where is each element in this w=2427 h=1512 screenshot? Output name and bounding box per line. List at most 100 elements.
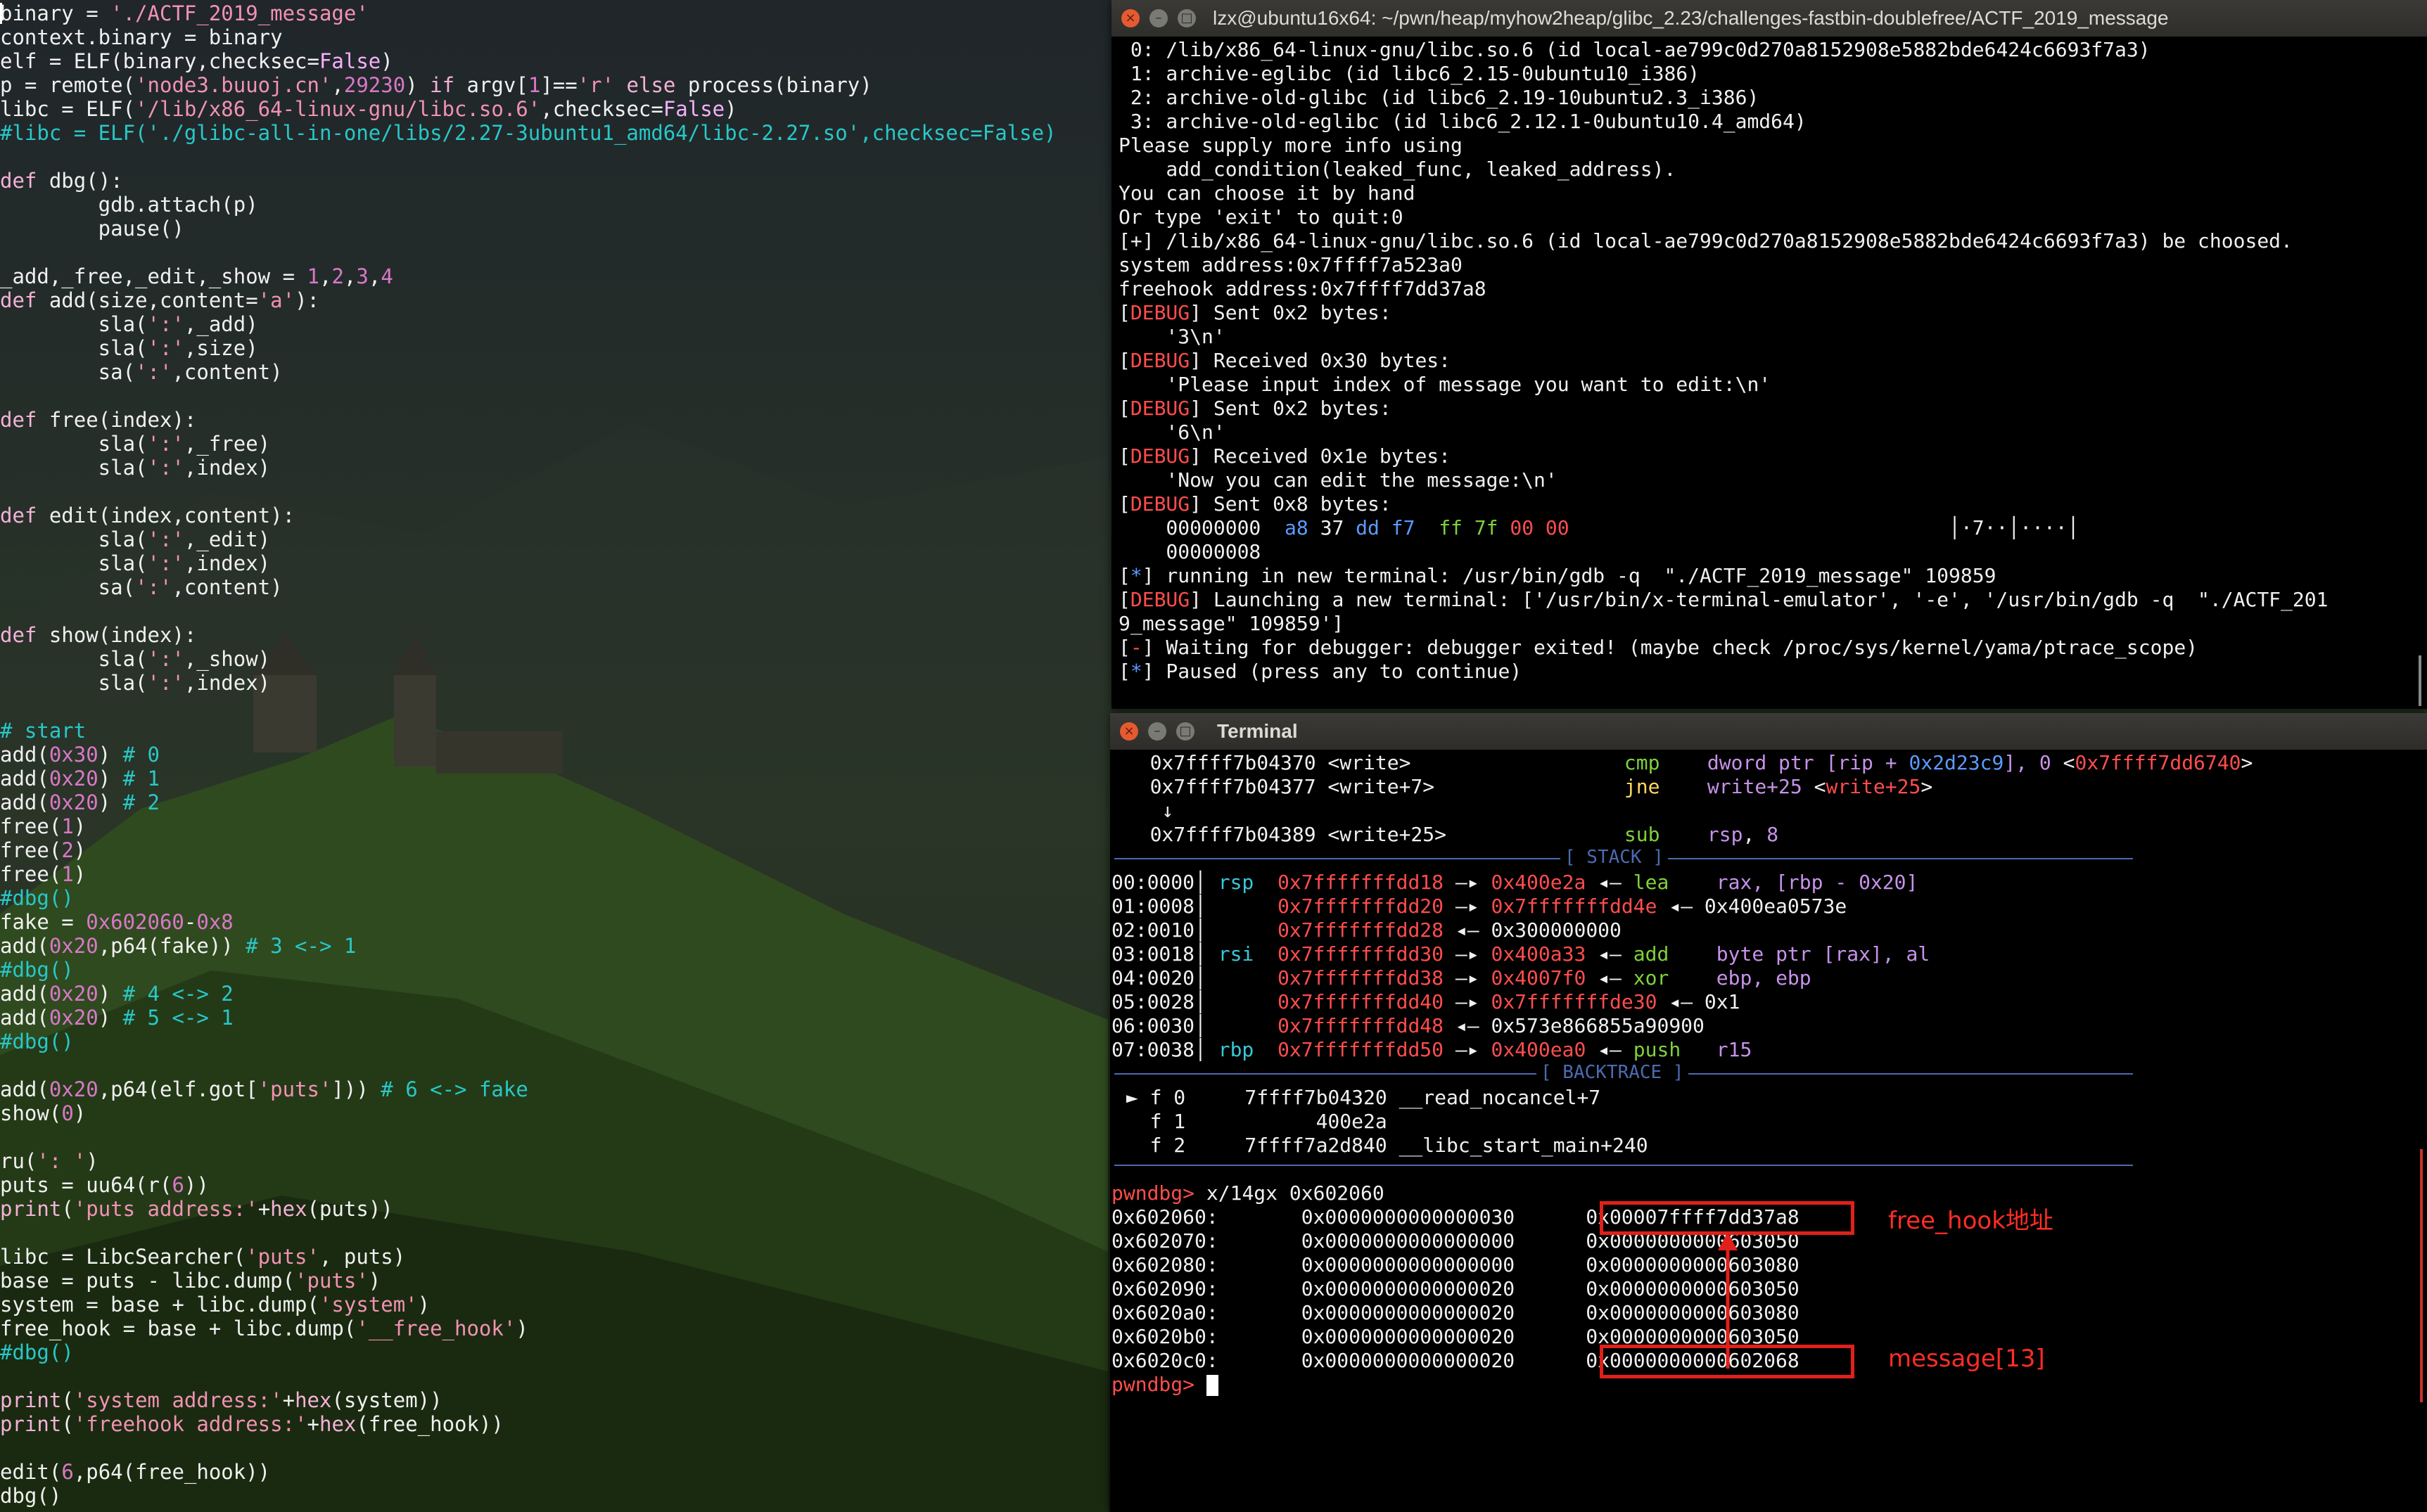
- close-icon[interactable]: ×: [1121, 9, 1140, 27]
- stack-line-segment: 0x7fffffffdd40: [1278, 990, 1444, 1013]
- code-line-segment: ): [98, 790, 123, 814]
- terminal-line: 9_message" 109859']: [1119, 612, 1344, 636]
- code-line-segment: sla(: [0, 551, 148, 575]
- terminal-line: [DEBUG] Launching a new terminal: ['/usr…: [1119, 588, 2328, 612]
- code-line-segment: 'r': [577, 73, 615, 97]
- code-line: print('puts address:'+hex(puts)): [0, 1197, 393, 1221]
- terminal-line: freehook address:0x7ffff7dd37a8: [1119, 277, 1486, 301]
- disasm-line-segment: 0x7ffff7dd6740: [2075, 751, 2241, 774]
- stack-line-segment: ]: [1906, 871, 1918, 894]
- code-line-segment: dbg(): [0, 1484, 62, 1508]
- code-line: sla(':',_add): [0, 312, 258, 336]
- stack-line-segment: 0x7fffffffdd30: [1278, 942, 1444, 966]
- code-line: _add,_free,_edit,_show = 1,2,3,4: [0, 264, 393, 288]
- terminal-window-gdb[interactable]: × – □ Terminal 0x7ffff7b04370 <write> cm…: [1110, 713, 2427, 1512]
- code-line-segment: ,_show): [184, 647, 271, 671]
- code-line-segment: 'node3.buuoj.cn': [135, 73, 332, 97]
- code-line-segment: #dbg(): [0, 886, 74, 910]
- titlebar-top[interactable]: × – □ lzx@ubuntu16x64: ~/pwn/heap/myhow2…: [1111, 0, 2427, 37]
- code-line: free(1): [0, 814, 86, 838]
- code-line-segment: ,p64(fake)): [98, 934, 246, 958]
- code-line-segment: +: [307, 1412, 319, 1436]
- code-line-segment: ): [73, 862, 87, 886]
- terminal-line-segment: [: [1119, 636, 1130, 659]
- code-line: add(0x20) # 2: [0, 790, 160, 814]
- backtrace-line: f 2 7ffff7a2d840 __libc_start_main+240: [1114, 1134, 1648, 1158]
- terminal-line: 0: /lib/x86_64-linux-gnu/libc.so.6 (id l…: [1119, 38, 2151, 62]
- code-line-segment: 6: [61, 1460, 74, 1484]
- disasm-line-segment: <: [2051, 751, 2075, 774]
- memory-row: 0x6020a0: 0x0000000000000020 0x000000000…: [1111, 1301, 1799, 1325]
- terminal-line: Or type 'exit' to quit:0: [1119, 205, 1403, 229]
- code-line-segment: # 5 <-> 1: [122, 1006, 234, 1030]
- code-line-segment: puts = uu64(r(: [0, 1173, 172, 1197]
- code-line-segment: ,content): [172, 575, 283, 599]
- code-line-segment: sa(: [0, 360, 136, 384]
- scrollbar[interactable]: [2419, 655, 2421, 706]
- code-line-segment: sla(: [0, 647, 148, 671]
- code-line-segment: 2: [331, 264, 344, 288]
- terminal-line: [DEBUG] Received 0x1e bytes:: [1119, 444, 1451, 468]
- terminal-line-segment: 37: [1308, 516, 1356, 539]
- maximize-icon[interactable]: □: [1176, 722, 1195, 741]
- code-line: context.binary = binary: [0, 25, 283, 49]
- code-line-segment: ,_free): [184, 432, 271, 456]
- code-line: sa(':',content): [0, 575, 283, 599]
- terminal-line-segment: ] Received 0x30 bytes:: [1190, 349, 1451, 372]
- terminal-line: 3: archive-old-eglibc (id libc6_2.12.1-0…: [1119, 110, 1807, 134]
- code-line-segment: ':': [147, 312, 184, 336]
- terminal-line-segment: 0: /lib/x86_64-linux-gnu/libc.so.6 (id l…: [1119, 38, 2151, 61]
- code-line-segment: #dbg(): [0, 958, 74, 982]
- stack-line-segment: 03:0018│: [1111, 942, 1218, 966]
- code-line-segment: 'puts': [295, 1269, 369, 1293]
- code-line-segment: ,: [331, 73, 344, 97]
- terminal-output[interactable]: 0: /lib/x86_64-linux-gnu/libc.so.6 (id l…: [1111, 37, 2427, 709]
- code-editor[interactable]: binary = './ACTF_2019_message' context.bi…: [0, 0, 1108, 1512]
- stack-header: [ STACK ]: [1560, 847, 1668, 868]
- gdb-output[interactable]: 0x7ffff7b04370 <write> cmp dword ptr [ri…: [1110, 750, 2427, 1512]
- code-line-segment: ): [405, 73, 431, 97]
- code-line-segment: # 2: [122, 790, 160, 814]
- code-line-segment: False: [663, 97, 725, 121]
- terminal-line-segment: ] Sent 0x2 bytes:: [1190, 397, 1391, 420]
- disasm-line-segment: [1660, 775, 1707, 798]
- terminal-line-segment: 00000000: [1119, 516, 1285, 539]
- terminal-window-top[interactable]: × – □ lzx@ubuntu16x64: ~/pwn/heap/myhow2…: [1111, 0, 2427, 709]
- code-line: pause(): [0, 217, 184, 241]
- code-line-segment: free(: [0, 862, 62, 886]
- code-line-segment: sla(: [0, 456, 148, 480]
- disasm-line-segment: >: [2241, 751, 2253, 774]
- code-line-segment: 'system': [319, 1293, 418, 1316]
- terminal-line-segment: [: [1119, 564, 1130, 587]
- stack-line-segment: xor: [1633, 966, 1669, 989]
- code-line-segment: ,checksec=: [540, 97, 663, 121]
- code-line: libc = ELF('/lib/x86_64-linux-gnu/libc.s…: [0, 97, 737, 121]
- code-line-segment: ): [86, 1149, 98, 1173]
- disasm-line-segment: ↓: [1114, 799, 1174, 822]
- stack-line: 00:0000│ rsp 0x7fffffffdd18 —▸ 0x400e2a …: [1111, 871, 1918, 895]
- code-line: gdb.attach(p): [0, 193, 258, 217]
- disasm-line-segment: [1660, 823, 1707, 846]
- terminal-line-segment: 9_message" 109859']: [1119, 612, 1344, 635]
- code-line-segment: ':': [147, 647, 184, 671]
- terminal-line: [DEBUG] Received 0x30 bytes:: [1119, 349, 1451, 373]
- gdb-prompt[interactable]: pwndbg>: [1111, 1373, 1218, 1397]
- window-title: lzx@ubuntu16x64: ~/pwn/heap/myhow2heap/g…: [1213, 7, 2169, 29]
- terminal-line-segment: [1415, 516, 1439, 539]
- code-line: puts = uu64(r(6)): [0, 1173, 209, 1197]
- code-line-segment: False: [319, 49, 381, 73]
- code-line-segment: ): [98, 767, 123, 790]
- maximize-icon[interactable]: □: [1178, 9, 1196, 27]
- close-icon[interactable]: ×: [1120, 722, 1138, 741]
- minimize-icon[interactable]: –: [1149, 9, 1168, 27]
- minimize-icon[interactable]: –: [1148, 722, 1166, 741]
- terminal-line-segment: [: [1119, 492, 1130, 515]
- scrollbar[interactable]: [2420, 1149, 2423, 1402]
- titlebar-gdb[interactable]: × – □ Terminal: [1110, 713, 2427, 750]
- stack-line-segment: rsi: [1218, 942, 1254, 966]
- stack-line-segment: push: [1633, 1038, 1681, 1061]
- code-line: sla(':',index): [0, 671, 270, 695]
- code-line-segment: 0x20: [49, 982, 98, 1006]
- stack-line-segment: 06:0030│: [1111, 1014, 1278, 1037]
- code-line-segment: 29230: [343, 73, 406, 97]
